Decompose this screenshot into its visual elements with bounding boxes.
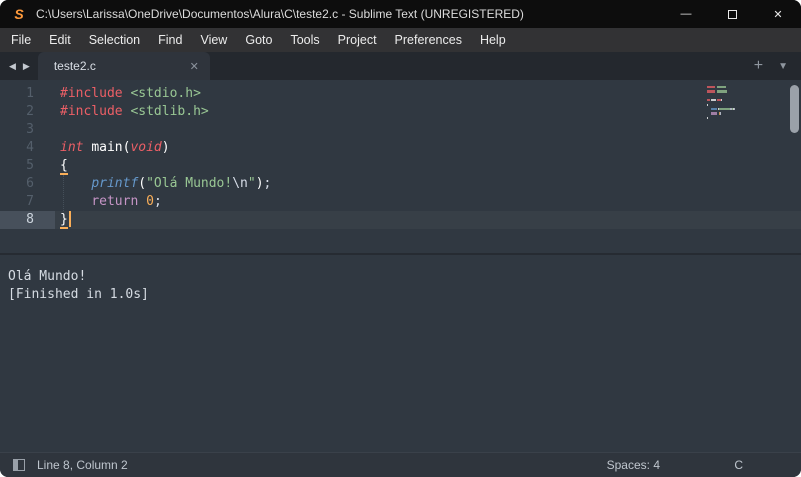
line-number-gutter: 12345678 <box>0 80 55 253</box>
line-number: 5 <box>0 157 55 175</box>
prev-tab-icon[interactable]: ◀ <box>9 61 16 72</box>
new-tab-icon[interactable]: + <box>754 57 763 75</box>
code-token: ; <box>154 194 162 209</box>
line-number: 7 <box>0 193 55 211</box>
minimap-line <box>720 112 721 114</box>
code-line-8[interactable]: } <box>55 211 801 229</box>
code-line-7[interactable]: return 0; <box>55 193 801 211</box>
minimap-line <box>707 90 715 92</box>
code-token <box>138 194 146 209</box>
sublime-logo-icon: S <box>11 6 27 22</box>
menu-item-view[interactable]: View <box>191 28 236 52</box>
editor-area[interactable]: 12345678 #include <stdio.h>#include <std… <box>0 80 801 253</box>
code-token: " <box>248 176 256 191</box>
menu-item-find[interactable]: Find <box>149 28 191 52</box>
build-output-panel: Olá Mundo![Finished in 1.0s] <box>0 253 801 452</box>
tab-close-icon[interactable]: ✕ <box>190 60 199 73</box>
minimize-icon: — <box>681 8 692 20</box>
vertical-scrollbar[interactable] <box>790 85 799 133</box>
minimap-line <box>719 108 731 110</box>
syntax-setting[interactable]: C <box>734 458 743 472</box>
minimap-line <box>721 99 722 101</box>
maximize-button[interactable] <box>709 0 755 28</box>
line-number: 8 <box>0 211 55 229</box>
indentation-setting[interactable]: Spaces: 4 <box>607 458 660 472</box>
tab-label: teste2.c <box>54 59 96 73</box>
code-view[interactable]: #include <stdio.h>#include <stdlib.h>int… <box>55 80 801 253</box>
indent-guide <box>63 175 64 211</box>
maximize-icon <box>728 10 737 19</box>
code-token <box>60 194 91 209</box>
minimap-line <box>711 112 717 114</box>
window-title: C:\Users\Larissa\OneDrive\Documentos\Alu… <box>36 7 524 21</box>
code-token: printf <box>91 176 138 191</box>
tab-nav: ◀ ▶ <box>0 52 38 80</box>
status-bar: Line 8, Column 2 Spaces: 4 C <box>0 452 801 477</box>
minimap-line <box>707 117 708 119</box>
code-token: #include <box>60 86 123 101</box>
menu-item-help[interactable]: Help <box>471 28 515 52</box>
code-line-5[interactable]: { <box>55 157 801 175</box>
output-line: Olá Mundo! <box>8 268 801 286</box>
code-token: ( <box>138 176 146 191</box>
menu-item-file[interactable]: File <box>2 28 40 52</box>
menu-item-project[interactable]: Project <box>329 28 386 52</box>
menu-item-edit[interactable]: Edit <box>40 28 80 52</box>
code-token: void <box>130 140 161 155</box>
code-token: ) <box>256 176 264 191</box>
minimap-line <box>707 99 710 101</box>
code-token: return <box>91 194 138 209</box>
text-caret <box>69 211 71 227</box>
code-token: ; <box>264 176 272 191</box>
menu-item-goto[interactable]: Goto <box>236 28 281 52</box>
menu-item-tools[interactable]: Tools <box>281 28 328 52</box>
code-token: #include <box>60 104 123 119</box>
code-token: { <box>60 158 68 175</box>
code-line-4[interactable]: int main(void) <box>55 139 801 157</box>
line-number: 3 <box>0 121 55 139</box>
code-token: } <box>60 212 68 229</box>
code-token: 0 <box>146 194 154 209</box>
code-token: \n <box>232 176 248 191</box>
code-token: <stdio.h> <box>130 86 200 101</box>
code-line-6[interactable]: printf("Olá Mundo!\n"); <box>55 175 801 193</box>
line-number: 6 <box>0 175 55 193</box>
title-bar: S C:\Users\Larissa\OneDrive\Documentos\A… <box>0 0 801 28</box>
line-number: 1 <box>0 85 55 103</box>
code-token: int <box>60 140 83 155</box>
minimize-button[interactable]: — <box>663 0 709 28</box>
menu-bar: FileEditSelectionFindViewGotoToolsProjec… <box>0 28 801 52</box>
tab-bar: ◀ ▶ teste2.c ✕ + ▼ <box>0 52 801 80</box>
code-token: main <box>91 140 122 155</box>
panel-toggle-icon[interactable] <box>13 459 25 471</box>
line-number: 2 <box>0 103 55 121</box>
code-token: "Olá Mundo! <box>146 176 232 191</box>
tab-teste2c[interactable]: teste2.c ✕ <box>38 52 210 80</box>
code-token: ) <box>162 140 170 155</box>
minimap-line <box>717 86 727 88</box>
output-line: [Finished in 1.0s] <box>8 286 801 304</box>
window-controls: — ✕ <box>663 0 801 28</box>
sublime-window: S C:\Users\Larissa\OneDrive\Documentos\A… <box>0 0 801 477</box>
minimap-line <box>734 108 735 110</box>
minimap-line <box>707 86 715 88</box>
line-number: 4 <box>0 139 55 157</box>
tab-list-icon[interactable]: ▼ <box>778 61 788 72</box>
code-line-3[interactable] <box>55 121 801 139</box>
code-line-1[interactable]: #include <stdio.h> <box>55 85 801 103</box>
menu-item-selection[interactable]: Selection <box>80 28 149 52</box>
code-token <box>60 176 91 191</box>
close-button[interactable]: ✕ <box>755 0 801 28</box>
next-tab-icon[interactable]: ▶ <box>23 61 30 72</box>
cursor-position[interactable]: Line 8, Column 2 <box>37 458 128 472</box>
code-line-2[interactable]: #include <stdlib.h> <box>55 103 801 121</box>
tab-actions: + ▼ <box>754 52 801 80</box>
close-icon: ✕ <box>773 8 782 21</box>
minimap-line <box>707 104 708 106</box>
menu-item-preferences[interactable]: Preferences <box>386 28 471 52</box>
code-token: <stdlib.h> <box>130 104 208 119</box>
minimap[interactable] <box>707 86 787 146</box>
minimap-line <box>717 90 728 92</box>
